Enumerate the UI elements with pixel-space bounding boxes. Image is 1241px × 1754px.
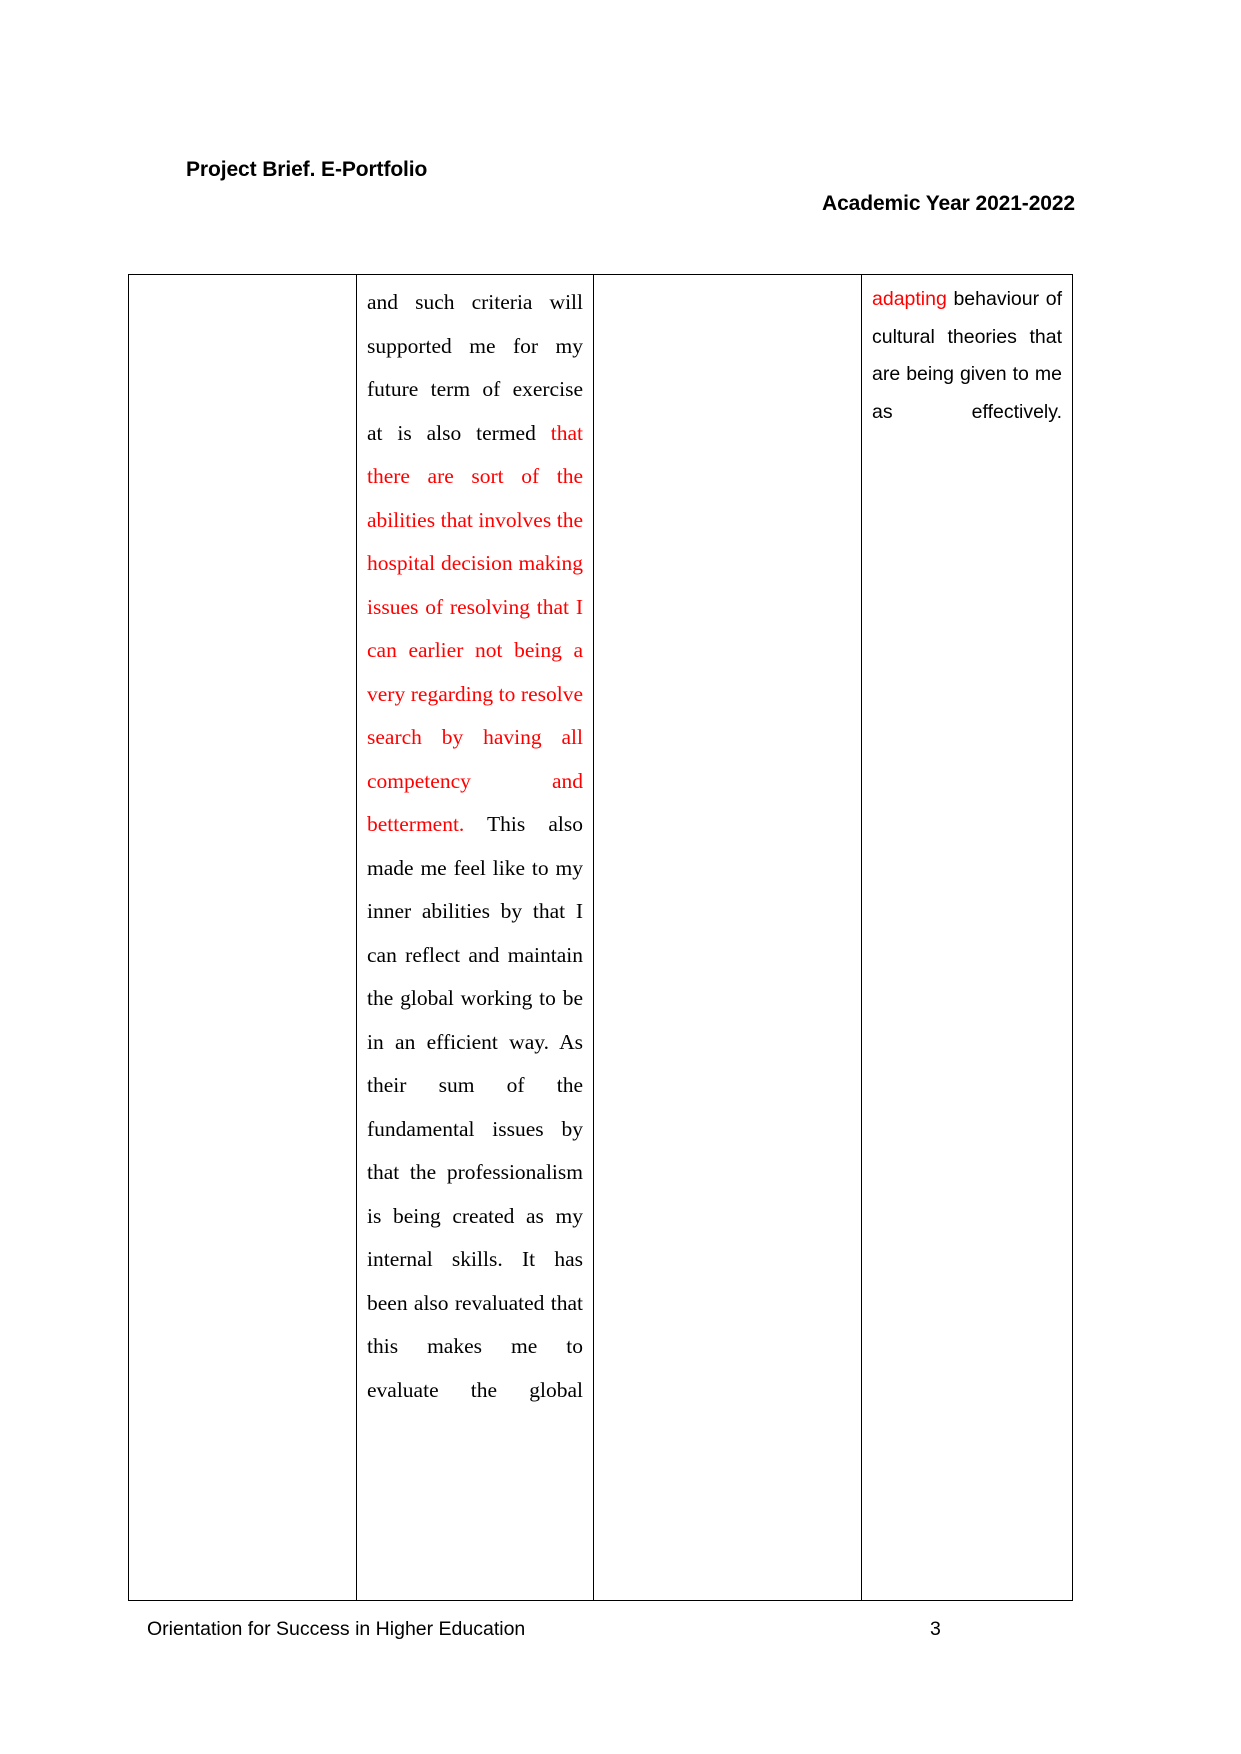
document-page: Project Brief. E-Portfolio Academic Year… <box>0 0 1241 1754</box>
table-cell-column-a <box>128 274 357 1601</box>
header-academic-year: Academic Year 2021-2022 <box>822 192 1076 215</box>
cell-b-text: and such criteria will supported me for … <box>357 275 593 1462</box>
footer-page-number: 3 <box>930 1618 941 1640</box>
cell-b-black-tail: This also made me feel like to my inner … <box>367 812 583 1402</box>
table-cell-column-b: and such criteria will supported me for … <box>356 274 594 1601</box>
header-title: Project Brief. E-Portfolio <box>186 158 428 181</box>
cell-b-red-passage: that there are sort of the abilities tha… <box>367 420 583 837</box>
cell-d-red-lead: adapting <box>872 288 947 310</box>
footer-course-title: Orientation for Success in Higher Educat… <box>147 1618 526 1640</box>
table-cell-column-d: adapting behaviour of cultural theories … <box>861 274 1073 1601</box>
cell-d-text: adapting behaviour of cultural theories … <box>862 275 1072 475</box>
content-table: and such criteria will supported me for … <box>128 274 1073 1601</box>
cell-c-text <box>594 275 861 287</box>
table-cell-column-c <box>593 274 862 1601</box>
cell-a-text <box>129 275 356 287</box>
table-row: and such criteria will supported me for … <box>128 274 1073 1601</box>
